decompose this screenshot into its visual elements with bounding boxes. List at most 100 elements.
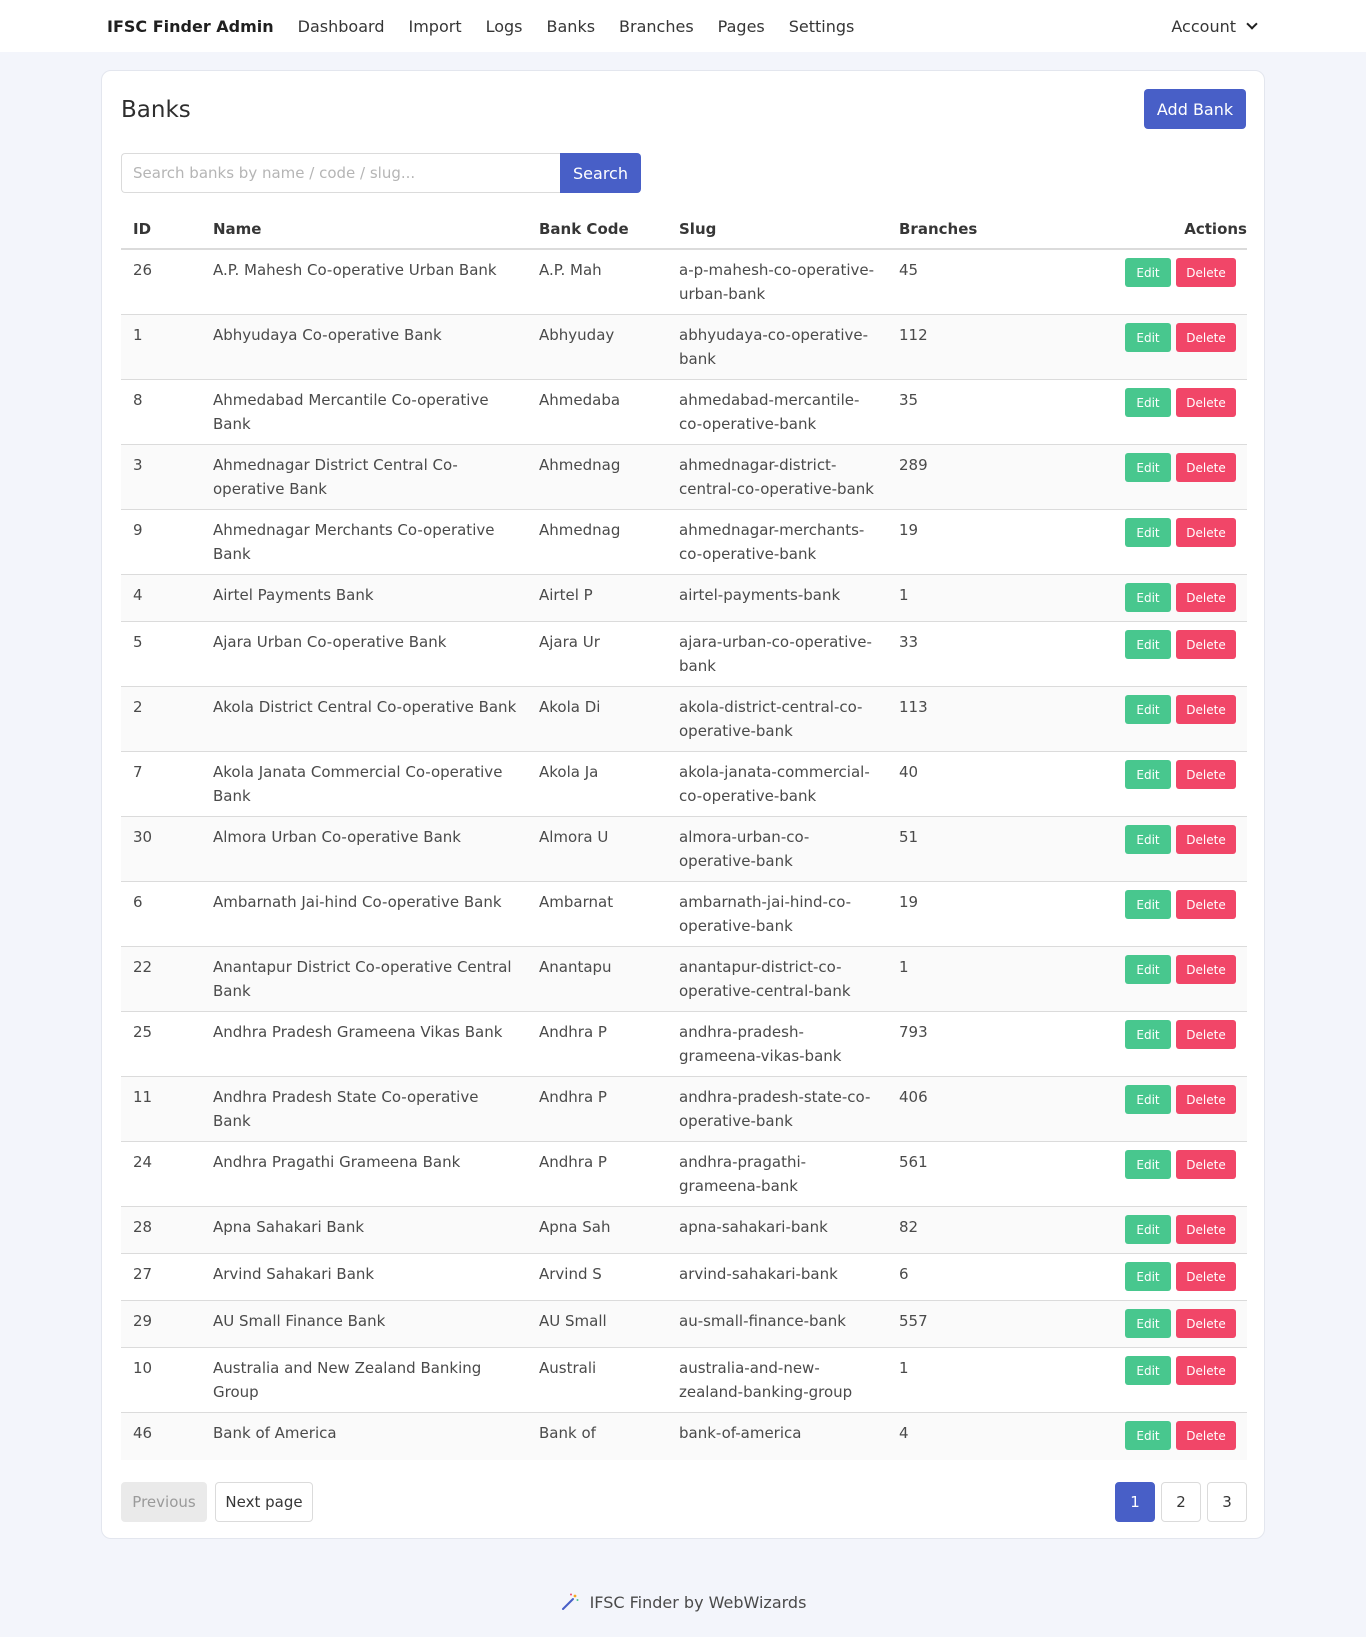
delete-button[interactable]: Delete [1176, 258, 1236, 287]
cell-slug: au-small-finance-bank [679, 1312, 846, 1330]
delete-button[interactable]: Delete [1176, 760, 1236, 789]
delete-button[interactable]: Delete [1176, 1150, 1236, 1179]
cell-slug: ahmednagar-merchants-co-operative-bank [679, 521, 865, 563]
edit-button[interactable]: Edit [1125, 518, 1171, 547]
delete-button[interactable]: Delete [1176, 695, 1236, 724]
cell-bank-code: Andhra P [539, 1153, 607, 1171]
cell-bank-code: Ahmedaba [539, 391, 621, 409]
delete-button[interactable]: Delete [1176, 825, 1236, 854]
cell-branches: 793 [899, 1023, 928, 1041]
cell-id: 30 [133, 828, 153, 846]
delete-button[interactable]: Delete [1176, 583, 1236, 612]
nav-item-import[interactable]: Import [408, 17, 461, 36]
edit-button[interactable]: Edit [1125, 760, 1171, 789]
header-id: ID [133, 219, 152, 238]
delete-button[interactable]: Delete [1176, 1262, 1236, 1291]
delete-button[interactable]: Delete [1176, 388, 1236, 417]
nav-item-branches[interactable]: Branches [619, 17, 694, 36]
table-row: 29 AU Small Finance Bank AU Small au-small-… [121, 1301, 1247, 1348]
delete-button[interactable]: Delete [1176, 323, 1236, 352]
account-label: Account [1171, 16, 1236, 36]
nav-item-banks[interactable]: Banks [547, 17, 596, 36]
cell-branches: 1 [899, 958, 909, 976]
delete-button[interactable]: Delete [1176, 630, 1236, 659]
delete-button[interactable]: Delete [1176, 1020, 1236, 1049]
edit-button[interactable]: Edit [1125, 630, 1171, 659]
edit-button[interactable]: Edit [1125, 1215, 1171, 1244]
edit-button[interactable]: Edit [1125, 1309, 1171, 1338]
table-row: 24 Andhra Pragathi Grameena Bank Andhra P a… [121, 1142, 1247, 1207]
cell-actions: Edit Delete [1037, 1254, 1247, 1300]
delete-button[interactable]: Delete [1176, 1309, 1236, 1338]
search-input[interactable] [121, 153, 560, 193]
edit-button[interactable]: Edit [1125, 955, 1171, 984]
cell-name: Ahmednagar District Central Co-operative… [213, 456, 458, 498]
cell-slug: bank-of-america [679, 1424, 802, 1442]
edit-button[interactable]: Edit [1125, 1085, 1171, 1114]
cell-branches: 112 [899, 326, 928, 344]
page-2-button[interactable]: 2 [1161, 1482, 1201, 1522]
account-menu[interactable]: Account [1171, 0, 1258, 52]
cell-actions: Edit Delete [1037, 687, 1247, 751]
cell-id: 22 [133, 958, 153, 976]
cell-branches: 289 [899, 456, 928, 474]
delete-button[interactable]: Delete [1176, 518, 1236, 547]
nav-item-logs[interactable]: Logs [486, 17, 523, 36]
delete-button[interactable]: Delete [1176, 453, 1236, 482]
cell-actions: Edit Delete [1037, 380, 1247, 444]
brand-logo-text[interactable]: IFSC Finder Admin [107, 17, 274, 36]
nav-item-settings[interactable]: Settings [789, 17, 855, 36]
cell-id: 8 [133, 391, 143, 409]
magic-wand-icon [561, 1593, 579, 1610]
next-page-button[interactable]: Next page [215, 1482, 313, 1522]
table-row: 26 A.P. Mahesh Co-operative Urban Bank A.P… [121, 250, 1247, 315]
cell-name: Apna Sahakari Bank [213, 1218, 365, 1236]
edit-button[interactable]: Edit [1125, 695, 1171, 724]
edit-button[interactable]: Edit [1125, 583, 1171, 612]
cell-slug: ambarnath-jai-hind-co-operative-bank [679, 893, 852, 935]
table-row: 9 Ahmednagar Merchants Co-operative Bank A… [121, 510, 1247, 575]
edit-button[interactable]: Edit [1125, 1421, 1171, 1450]
edit-button[interactable]: Edit [1125, 1262, 1171, 1291]
cell-branches: 1 [899, 586, 909, 604]
nav-item-pages[interactable]: Pages [718, 17, 765, 36]
cell-bank-code: Apna Sah [539, 1218, 611, 1236]
cell-branches: 19 [899, 521, 919, 539]
edit-button[interactable]: Edit [1125, 890, 1171, 919]
delete-button[interactable]: Delete [1176, 1421, 1236, 1450]
cell-slug: almora-urban-co-operative-bank [679, 828, 810, 870]
previous-page-button[interactable]: Previous [121, 1482, 207, 1522]
delete-button[interactable]: Delete [1176, 955, 1236, 984]
cell-branches: 6 [899, 1265, 909, 1283]
delete-button[interactable]: Delete [1176, 1356, 1236, 1385]
cell-slug: ahmednagar-district-central-co-operative… [679, 456, 874, 498]
cell-name: Australia and New Zealand Banking Group [213, 1359, 482, 1401]
delete-button[interactable]: Delete [1176, 890, 1236, 919]
cell-branches: 1 [899, 1359, 909, 1377]
cell-actions: Edit Delete [1037, 1012, 1247, 1076]
header-bank-code: Bank Code [539, 219, 629, 238]
delete-button[interactable]: Delete [1176, 1215, 1236, 1244]
cell-id: 5 [133, 633, 143, 651]
edit-button[interactable]: Edit [1125, 1356, 1171, 1385]
edit-button[interactable]: Edit [1125, 323, 1171, 352]
nav-item-dashboard[interactable]: Dashboard [298, 17, 385, 36]
search-button[interactable]: Search [560, 153, 641, 193]
edit-button[interactable]: Edit [1125, 453, 1171, 482]
edit-button[interactable]: Edit [1125, 1020, 1171, 1049]
delete-button[interactable]: Delete [1176, 1085, 1236, 1114]
edit-button[interactable]: Edit [1125, 388, 1171, 417]
cell-bank-code: Arvind S [539, 1265, 602, 1283]
cell-actions: Edit Delete [1037, 1413, 1247, 1460]
cell-name: Ahmednagar Merchants Co-operative Bank [213, 521, 495, 563]
edit-button[interactable]: Edit [1125, 1150, 1171, 1179]
page-1-button[interactable]: 1 [1115, 1482, 1155, 1522]
table-row: 1 Abhyudaya Co-operative Bank Abhyuday abhy… [121, 315, 1247, 380]
table-row: 4 Airtel Payments Bank Airtel P airtel-paym… [121, 575, 1247, 622]
edit-button[interactable]: Edit [1125, 825, 1171, 854]
add-bank-button[interactable]: Add Bank [1144, 89, 1246, 129]
cell-bank-code: Ajara Ur [539, 633, 600, 651]
cell-name: Bank of America [213, 1424, 337, 1442]
edit-button[interactable]: Edit [1125, 258, 1171, 287]
page-3-button[interactable]: 3 [1207, 1482, 1247, 1522]
